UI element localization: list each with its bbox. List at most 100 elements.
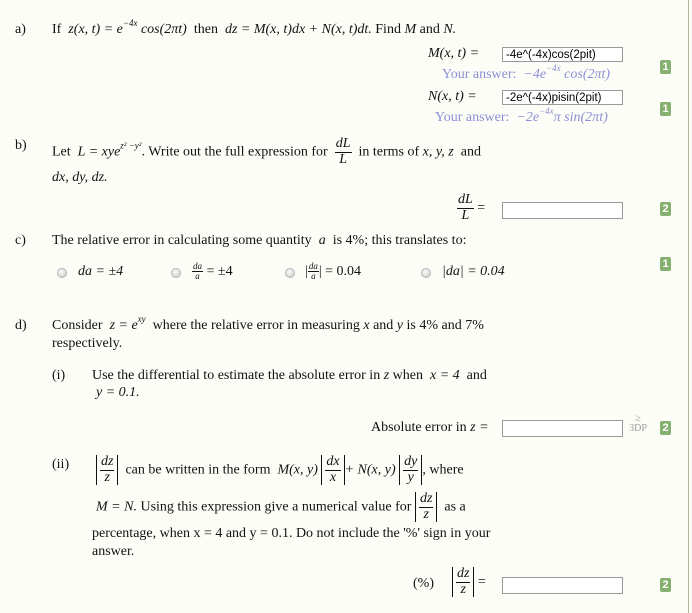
part-b-label: b): [15, 138, 27, 153]
part-a-label: a): [15, 22, 26, 37]
percent-answer-label: dz z =: [452, 566, 486, 598]
math-M: M(x, y): [277, 462, 318, 478]
math: −4e: [523, 67, 547, 82]
frac-den: y: [407, 469, 414, 485]
n-answer-input[interactable]: -2e^(-4x)pisin(2pit): [502, 90, 623, 105]
sub-ii-line1: dz z can be written in the form M(x, y) d…: [96, 454, 464, 486]
text: , where: [422, 462, 464, 478]
text: when: [392, 368, 423, 383]
fraction-dL-L: dL L: [457, 192, 474, 223]
fraction: dx x: [325, 454, 341, 485]
frac-num: dz: [418, 491, 434, 508]
math-x: x: [363, 318, 370, 333]
equals: =: [477, 574, 486, 590]
fraction: dz z: [418, 491, 434, 522]
option-2-radio[interactable]: [171, 268, 181, 278]
frac-den: z: [104, 469, 110, 485]
abs-dy-y: dy y: [399, 454, 423, 486]
part-b-mark-badge: 2: [660, 202, 671, 216]
text: Find: [375, 22, 401, 37]
abs-dz-z: dz z: [96, 454, 119, 486]
math-exp: −4x: [546, 63, 561, 73]
your-answer-label: Your answer:: [442, 67, 517, 82]
text: then: [193, 22, 218, 37]
dL-answer-input[interactable]: [502, 202, 623, 219]
option-4-label: |da| = 0.04: [442, 264, 505, 279]
text: is 4%; this translates to:: [332, 233, 467, 248]
math-z: z: [383, 368, 390, 383]
fraction: dz z: [100, 454, 115, 485]
m-your-answer: Your answer: −4e−4x cos(2πt): [442, 64, 611, 83]
part-b-answer-label: dL L =: [457, 192, 486, 223]
part-b-question: Let L = xyez² −y². Write out the full ex…: [52, 136, 481, 167]
sub-i-mark-badge: 2: [660, 421, 671, 435]
part-a-question: If z(x, t) = e−4x cos(2πt) then dz = M(x…: [52, 19, 457, 38]
sub-ii-mark-badge: 2: [660, 578, 671, 592]
frac-den: a: [195, 271, 200, 282]
math-a: a: [318, 233, 326, 248]
math: π sin(2πt): [553, 110, 608, 125]
part-d-label: d): [15, 318, 27, 333]
math-exp: −4x: [539, 106, 554, 116]
frac-den: z: [460, 581, 466, 597]
math-exp: z² −y²: [120, 140, 142, 151]
sub-ii-line3: percentage, when x = 4 and y = 0.1. Do n…: [92, 526, 491, 541]
m-label: M(x, t) =: [428, 46, 480, 61]
text: as a: [444, 499, 466, 515]
dp-hint: ≥ 3DP: [627, 414, 649, 434]
math: −2e: [516, 110, 540, 125]
math-exp: xy: [137, 314, 146, 324]
frac-den: L: [461, 207, 470, 223]
abs-dx-x: dx x: [321, 454, 345, 486]
option-2-label: da a = ±4: [192, 261, 233, 282]
abs-error-label: Absolute error in z =: [371, 420, 489, 436]
m-answer-input[interactable]: -4e^(-4x)cos(2pit): [502, 47, 623, 62]
option-3-radio[interactable]: [285, 268, 295, 278]
fraction-da-a: da a: [192, 261, 203, 282]
frac-den: z: [423, 506, 429, 522]
math-vars: x, y, z: [422, 144, 454, 160]
math-z: z = e: [109, 318, 138, 333]
part-c-question: The relative error in calculating some q…: [52, 233, 466, 249]
math-cond: x = 4: [429, 368, 460, 383]
sub-i-line2: y = 0.1.: [96, 385, 140, 400]
option-4-radio[interactable]: [421, 268, 431, 278]
sub-ii-label: (ii): [52, 457, 70, 472]
abs-error-input[interactable]: [502, 420, 623, 437]
text: The relative error in calculating some q…: [52, 233, 312, 248]
text: is 4% and 7%: [406, 318, 484, 333]
sub-ii-line2: M = N. Using this expression give a nume…: [96, 491, 466, 523]
part-c-label: c): [15, 233, 26, 248]
frac-num: dz: [100, 454, 115, 471]
your-answer-label: Your answer:: [435, 110, 510, 125]
m-mark-badge: 1: [660, 60, 671, 74]
percent-answer-input[interactable]: [502, 577, 623, 594]
math-z: z =: [470, 420, 489, 435]
part-d-line2: respectively.: [52, 336, 123, 351]
frac-den: a: [311, 271, 316, 282]
text: and: [419, 22, 440, 37]
text: Absolute error in: [371, 420, 467, 435]
option-1-radio[interactable]: [57, 268, 67, 278]
frac-num: dL: [334, 136, 352, 153]
text: in terms of: [358, 144, 420, 160]
math-L: L = xye: [77, 144, 121, 160]
math-M: M: [404, 22, 417, 37]
math-N: N.: [443, 22, 457, 37]
option-1-label: da = ±4: [78, 264, 124, 279]
math-exp: −4x: [122, 18, 138, 28]
math: cos(2πt): [560, 67, 611, 82]
frac-num: dy: [403, 454, 419, 471]
n-label: N(x, t) =: [428, 89, 477, 104]
option-rest: = 0.04: [325, 264, 362, 280]
abs-dz-z: dz z: [414, 491, 438, 523]
part-c-mark-badge: 1: [660, 257, 671, 271]
text: . Write out the full expression for: [141, 144, 328, 160]
text: and: [460, 144, 481, 160]
n-your-answer: Your answer: −2e−4xπ sin(2πt): [435, 107, 608, 126]
text: If: [52, 22, 62, 37]
text: can be written in the form: [125, 462, 271, 478]
sub-ii-line4: answer.: [92, 544, 135, 559]
text: and: [373, 318, 394, 333]
text: Using this expression give a numerical v…: [140, 499, 412, 515]
